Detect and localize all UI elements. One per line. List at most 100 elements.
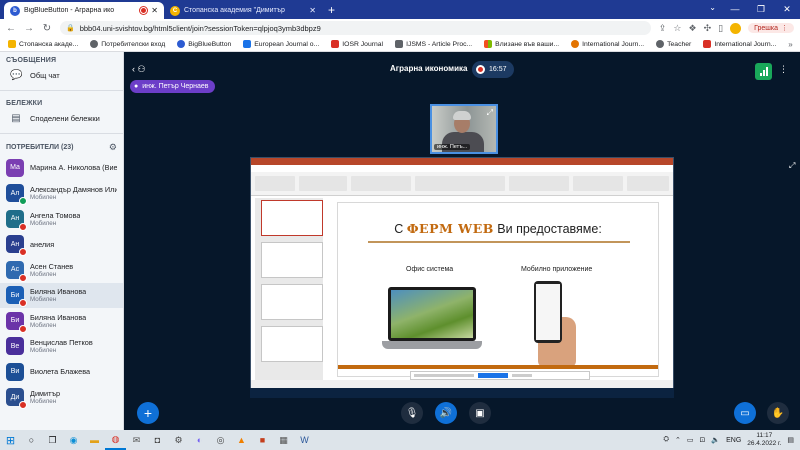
shared-notes-item[interactable]: ▤ Споделени бележки [0,107,123,129]
bookmark-item[interactable]: International Journ... [571,40,644,48]
store-icon[interactable]: ▦ [273,430,294,450]
mute-button[interactable]: 🎙 [401,402,423,424]
chevron-down-icon[interactable]: ⌄ [709,3,716,12]
slide-thumbnail[interactable] [261,326,323,362]
share-icon[interactable]: ⇪ [659,23,667,34]
error-button[interactable]: Грешка ⋮ [748,23,794,33]
bookmark-item[interactable]: International Journ... [703,40,776,48]
slide-thumbnails [255,198,323,380]
new-tab-button[interactable]: + [328,3,335,17]
user-list-item[interactable]: Ан Ангела Томова Мобилен [0,206,123,232]
clock[interactable]: 11:17 26.4.2022 г. [747,432,781,448]
close-icon[interactable]: ✕ [309,6,316,15]
connection-status-icon[interactable] [755,63,772,80]
bookmark-item[interactable]: Потребителски вход [90,40,165,48]
recording-button[interactable]: 16:57 [472,61,514,78]
slide-thumbnail[interactable] [261,284,323,320]
vlc-icon[interactable]: ▲ [231,430,252,450]
slide-footer-bar [338,365,658,369]
url-input[interactable]: 🔒 bbb04.uni-svishtov.bg/html5client/join… [60,21,651,35]
bookmark-item[interactable]: European Journal o... [243,40,319,48]
slide-heading: С ФЕРМ WEB Ви предоставяме: [394,221,602,236]
system-tray: ⛭ ⌃ ▭ ⊡ 🔈 ENG 11:17 26.4.2022 г. ▤ [663,432,794,448]
speaker-icon: 🔊 [439,407,453,419]
fullscreen-icon[interactable]: ⤢ [789,161,795,171]
options-menu-icon[interactable]: ⋮ [779,64,788,75]
mail-icon[interactable]: ✉ [126,430,147,450]
collapse-sidebar-icon[interactable]: ‹ ⚇ [132,64,146,75]
screenshare-button[interactable]: ▭ [734,402,756,424]
forward-button[interactable]: → [24,23,34,34]
bookmark-item[interactable]: BigBlueButton [177,40,231,48]
back-button[interactable]: ← [6,23,16,34]
dot-icon[interactable]: ◎ [210,430,231,450]
user-list-item[interactable]: Би Биляна Иванова Мобилен [0,282,123,308]
word-icon[interactable]: W [294,430,315,450]
bookmark-item[interactable]: Стопанска акаде... [8,40,78,48]
user-name: Асен Станев [30,261,74,271]
webcam-tile[interactable]: ⤢ инж. Петъ... [430,104,498,154]
globe-icon [90,40,99,48]
gear-icon[interactable]: ⚙ [109,142,117,153]
actions-button[interactable]: + [137,402,159,424]
viber-icon[interactable]: ◐ [189,430,210,450]
avatar: Ди [6,388,27,410]
battery-icon[interactable]: ▭ [687,436,694,444]
record-icon [476,65,485,74]
bookmark-icon [177,40,186,48]
user-list-item[interactable]: Ди Димитър Мобилен [0,385,123,411]
reload-button[interactable]: ↻ [42,23,52,34]
user-list-item[interactable]: Ви Виолета Блажева [0,359,123,385]
expand-icon[interactable]: ⤢ [487,108,493,118]
edge-icon[interactable]: ◉ [63,430,84,450]
user-list-item[interactable]: Ас Асен Станев Мобилен [0,257,123,283]
slide-thumbnail[interactable] [261,200,323,236]
bookmark-item[interactable]: Teacher [656,40,691,48]
notifications-icon[interactable]: ▤ [787,436,794,444]
powerpoint-icon[interactable]: ■ [252,430,273,450]
bookmark-item[interactable]: IOSR Journal [331,40,383,48]
search-icon[interactable]: ○ [21,430,42,450]
more-bookmarks-icon[interactable]: » [788,40,792,49]
extension-icon[interactable]: ❖ [689,23,697,34]
audio-button[interactable]: 🔊 [435,402,457,424]
raise-hand-button[interactable]: ✋ [767,402,789,424]
bookmarks-bar: Стопанска акаде... Потребителски вход Bi… [0,37,800,52]
user-list-item[interactable]: Би Биляна Иванова Мобилен [0,308,123,334]
user-list-item[interactable]: Ал Александър Дамянов Илиев Мобилен [0,181,123,207]
screenshare-view[interactable]: С ФЕРМ WEB Ви предоставяме: Офис система… [250,157,674,388]
puzzle-icon[interactable]: ✣ [704,23,712,34]
chevron-up-icon[interactable]: ⌃ [675,436,681,444]
task-view-icon[interactable]: ❐ [42,430,63,450]
profile-avatar[interactable] [730,22,742,34]
maximize-button[interactable]: ❐ [748,0,774,19]
bookmark-item[interactable]: IJSMS - Article Proc... [395,40,472,48]
people-icon[interactable]: ⛭ [663,436,669,444]
slide-thumbnail[interactable] [261,242,323,278]
close-window-button[interactable]: ✕ [774,0,800,19]
public-chat-item[interactable]: 💬 Общ чат [0,64,123,86]
user-list-item[interactable]: Ан анелия [0,232,123,258]
camera-button[interactable]: ▣ [469,402,491,424]
network-icon[interactable]: ⊡ [700,436,706,444]
tab-stopanska-akademia[interactable]: С Стопанска академия "Димитър ✕ [164,2,322,19]
minimize-button[interactable]: — [722,0,748,19]
lock-icon[interactable]: 🔒 [66,24,75,32]
bookmark-item[interactable]: Влизане във ваши... [484,40,559,48]
screenshare-footer [250,388,674,398]
camera-app-icon[interactable]: ◘ [147,430,168,450]
explorer-icon[interactable]: ▬ [84,430,105,450]
start-icon[interactable]: ⊞ [0,430,21,450]
avatar: Ан [6,209,27,231]
close-icon[interactable]: ✕ [151,6,158,15]
chrome-icon[interactable]: ◍ [105,430,126,450]
settings-icon[interactable]: ⚙ [168,430,189,450]
language-indicator[interactable]: ENG [726,437,741,444]
avatar: Ве [6,337,24,356]
user-list-item[interactable]: Ве Венцислав Петков Мобилен [0,334,123,360]
sidepanel-icon[interactable]: ▯ [718,23,723,34]
tab-bigbluebutton[interactable]: b BigBlueButton - Аграрна ико ✕ [4,2,164,19]
volume-icon[interactable]: 🔈 [711,436,720,444]
star-icon[interactable]: ☆ [673,23,681,34]
user-list-item[interactable]: Ма Марина А. Николова (Вие) [0,155,123,181]
